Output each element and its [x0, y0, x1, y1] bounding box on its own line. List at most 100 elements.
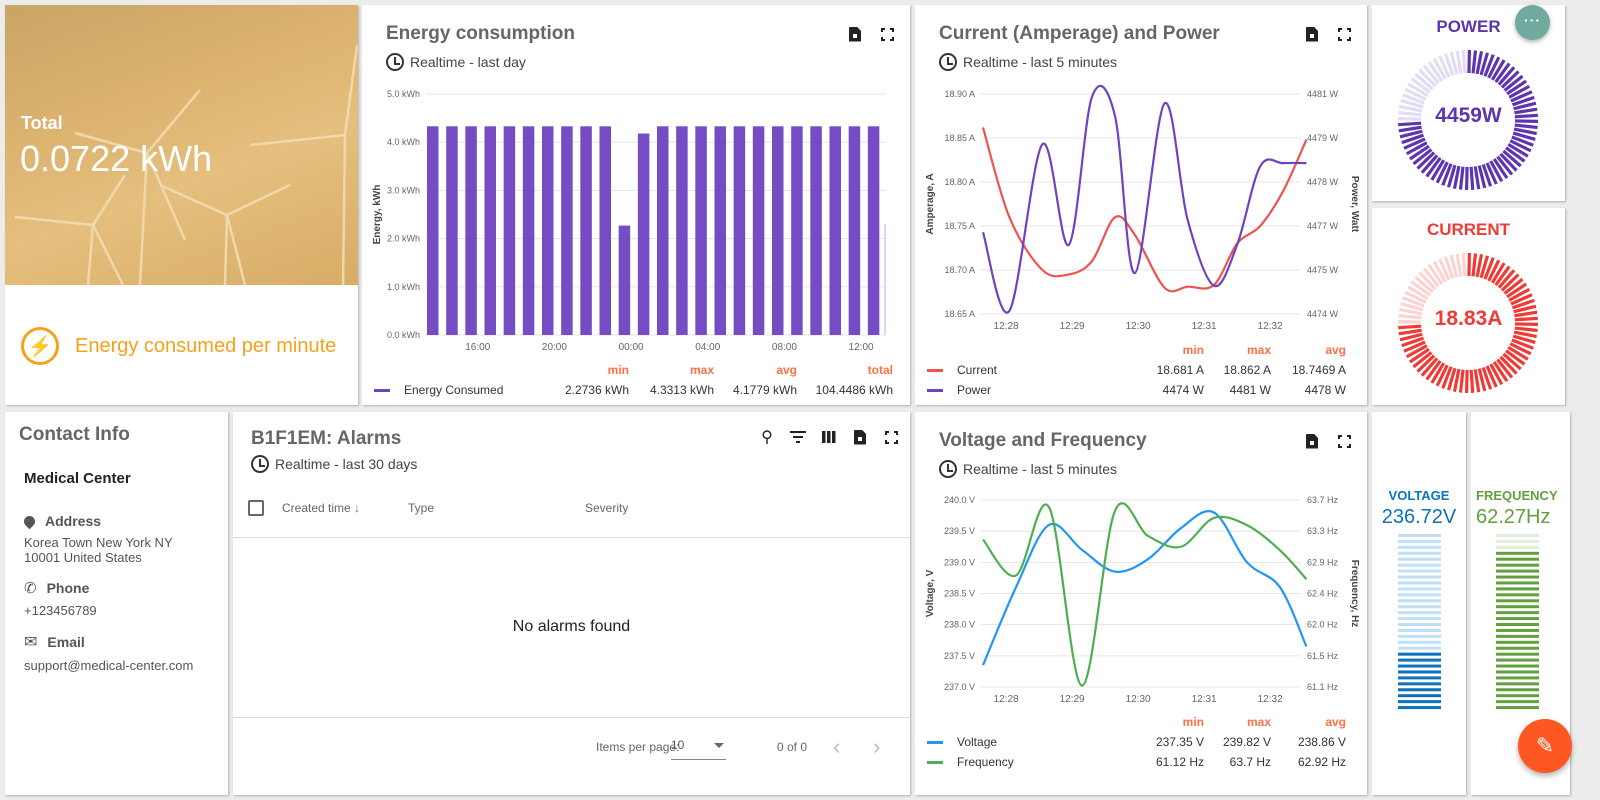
alarms-title: B1F1EM: Alarms — [251, 428, 402, 449]
energy-bar — [714, 126, 726, 335]
y-axis-label: Energy, kWh — [372, 185, 383, 245]
address-line1: Korea Town New York NY — [24, 535, 173, 550]
legend-value-avg: 4.1779 kWh — [732, 383, 797, 397]
energy-bar — [810, 126, 822, 335]
contact-title: Contact Info — [19, 424, 130, 445]
energy-bar — [829, 126, 841, 335]
bar-segment-empty — [1398, 545, 1441, 549]
legend-row[interactable]: Frequency 61.12 Hz 63.7 Hz 62.92 Hz — [927, 752, 1355, 772]
legend-header-avg: avg — [776, 363, 797, 377]
x-tick-label: 04:00 — [695, 342, 720, 353]
items-per-page-select[interactable]: 10 — [671, 738, 726, 760]
alarms-card: B1F1EM: Alarms Realtime - last 30 days ⚲… — [233, 412, 910, 795]
y-axis-label: Voltage, V — [925, 569, 936, 617]
legend-row[interactable]: Voltage 237.35 V 239.82 V 238.86 V — [927, 732, 1355, 752]
frequency-gauge-title: FREQUENCY — [1476, 488, 1558, 503]
x-tick-label: 20:00 — [542, 342, 567, 353]
energy-bar — [599, 126, 611, 335]
legend-series-name: Energy Consumed — [404, 383, 504, 397]
bar-segment-filled — [1398, 658, 1441, 662]
legend-row[interactable]: Energy Consumed 2.2736 kWh 4.3313 kWh 4.177… — [374, 380, 899, 400]
frequency-gauge-value: 62.27Hz — [1476, 506, 1551, 528]
legend-swatch — [927, 740, 943, 744]
series-line-current — [981, 127, 1308, 293]
total-value: 0.0722 kWh — [20, 138, 213, 179]
legend-row[interactable]: Power 4474 W 4481 W 4478 W — [927, 380, 1355, 400]
clock-icon — [251, 455, 269, 473]
bar-segment-filled — [1496, 605, 1539, 609]
legend-value-max: 63.7 Hz — [1229, 755, 1271, 769]
previous-page-button[interactable]: ‹ — [833, 734, 840, 760]
energy-bar — [676, 126, 688, 335]
email-value[interactable]: support@medical-center.com — [24, 658, 214, 673]
email-label: Email — [47, 634, 85, 650]
phone-value[interactable]: +123456789 — [24, 603, 214, 618]
bar-segment-filled — [1398, 652, 1441, 656]
export-icon[interactable] — [851, 428, 869, 446]
voltage-frequency-line-chart: 237.0 V 61.1 Hz 237.5 V 61.5 Hz 238.0 V 62.0 … — [925, 495, 1360, 705]
y-tick-label: 0.0 kWh — [387, 330, 420, 340]
timewindow[interactable]: Realtime - last 30 days — [251, 455, 417, 473]
legend-value-avg: 238.86 V — [1297, 735, 1346, 749]
legend-value-avg: 18.7469 A — [1291, 363, 1346, 377]
y-right-tick-label: 63.3 Hz — [1307, 526, 1339, 536]
bar-segment-empty — [1398, 575, 1441, 579]
bolt-icon: ⚡ — [21, 327, 59, 365]
bar-segment-empty — [1398, 634, 1441, 638]
fullscreen-icon[interactable] — [882, 428, 900, 446]
address-line2: 10001 United States — [24, 550, 142, 565]
next-page-button[interactable]: › — [873, 734, 880, 760]
contact-info-card: Contact Info Medical Center Address Kore… — [5, 412, 228, 795]
bar-segment-empty — [1398, 593, 1441, 597]
y-tick-label: 240.0 V — [944, 495, 975, 505]
legend-value-max: 18.862 A — [1223, 363, 1271, 377]
gauge-tick-filled — [1471, 253, 1478, 277]
y-tick-label: 18.70 A — [944, 265, 975, 275]
legend-value-min: 2.2736 kWh — [564, 383, 629, 397]
legend-swatch — [374, 388, 390, 392]
voltage-gauge-title: VOLTAGE — [1388, 488, 1450, 503]
gauge-tick-filled — [1471, 50, 1478, 74]
current-gauge-card: CURRENT 18.83A — [1372, 208, 1565, 405]
bar-segment-empty — [1398, 563, 1441, 567]
y-tick-label: 238.5 V — [944, 589, 975, 599]
email-icon: ✉ — [24, 634, 38, 651]
y-right-tick-label: 61.1 Hz — [1307, 682, 1339, 692]
bar-segment-empty — [1398, 605, 1441, 609]
bar-segment-filled — [1398, 694, 1441, 698]
legend-swatch — [927, 368, 943, 372]
more-button[interactable]: ··· — [1515, 5, 1550, 40]
legend-header: min max avg total — [374, 360, 899, 380]
legend-series-name: Frequency — [957, 755, 1014, 769]
y-right-tick-label: 4475 W — [1307, 265, 1339, 275]
bar-segment-filled — [1496, 599, 1539, 603]
energy-bar — [791, 126, 803, 335]
energy-bar-chart: 0.0 kWh 1.0 kWh 2.0 kWh 3.0 kWh 4.0 kWh 5.0 k… — [372, 89, 886, 353]
energy-bar — [733, 126, 746, 335]
items-per-page-value: 10 — [671, 738, 685, 752]
bar-segment-filled — [1496, 587, 1539, 591]
legend-header: min max avg — [927, 340, 1355, 360]
bar-segment-filled — [1496, 593, 1539, 597]
current-power-line-chart: 18.65 A 4474 W 18.70 A 4475 W 18.75 A 4477 W 1… — [925, 84, 1360, 332]
y-tick-label: 1.0 kWh — [387, 282, 420, 292]
voltage-gauge-card: VOLTAGE 236.72V — [1372, 412, 1466, 795]
y-right-axis-label: Frequency, Hz — [1349, 560, 1360, 628]
pencil-icon: ✎ — [1535, 733, 1555, 758]
edit-fab-button[interactable]: ✎ — [1518, 719, 1572, 773]
search-icon[interactable]: ⚲ — [758, 428, 776, 446]
column-severity[interactable]: Severity — [585, 501, 628, 515]
column-type[interactable]: Type — [408, 501, 434, 515]
filter-icon[interactable] — [789, 428, 807, 446]
select-all-checkbox[interactable] — [248, 500, 264, 516]
y-tick-label: 18.85 A — [944, 133, 975, 143]
column-created-time[interactable]: Created time ↓ — [282, 501, 360, 515]
bar-segment-filled — [1496, 664, 1539, 668]
legend-row[interactable]: Current 18.681 A 18.862 A 18.7469 A — [927, 360, 1355, 380]
gauge-tick-empty — [1455, 50, 1463, 74]
chart-legend: min max avg Current 18.681 A 18.862 A 18.7469 … — [927, 340, 1355, 400]
bar-segment-empty — [1398, 581, 1441, 585]
energy-bar — [561, 126, 573, 335]
columns-icon[interactable] — [820, 428, 838, 446]
bar-segment-empty — [1398, 646, 1441, 650]
